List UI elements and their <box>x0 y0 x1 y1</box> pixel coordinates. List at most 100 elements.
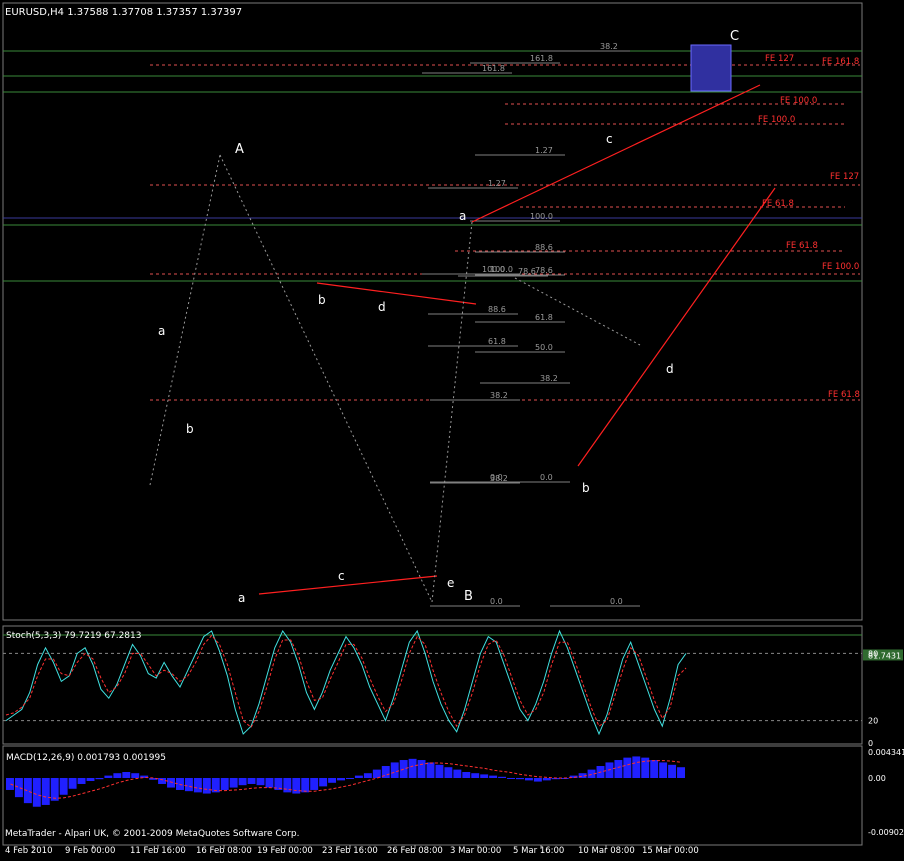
macd-histogram-bar <box>247 777 256 784</box>
macd-histogram-bar <box>113 773 122 778</box>
macd-histogram-bar <box>310 777 319 790</box>
fib-level-label: 88.6 <box>535 243 553 252</box>
macd-histogram-bar <box>256 777 265 786</box>
macd-histogram-bar <box>498 776 507 778</box>
macd-histogram-bar <box>68 777 77 789</box>
wave-label: a <box>158 324 165 338</box>
macd-histogram-bar <box>122 772 131 778</box>
macd-histogram-bar <box>650 760 659 778</box>
x-tick-label: 15 Mar 00:00 <box>642 846 699 856</box>
macd-histogram-bar <box>167 777 175 788</box>
stoch-y-label: 80 <box>868 649 878 658</box>
fib-level-label: 1.27 <box>488 179 506 188</box>
macd-histogram-bar <box>50 777 59 801</box>
macd-histogram-bar <box>623 757 632 778</box>
macd-histogram-bar <box>220 777 229 790</box>
fib-level-label: 161.8 <box>482 64 505 73</box>
background <box>0 0 904 861</box>
macd-histogram-bar <box>516 777 524 780</box>
macd-histogram-bar <box>632 756 641 778</box>
wave-label: d <box>378 300 386 314</box>
macd-title: MACD(12,26,9) 0.001793 0.001995 <box>6 753 166 763</box>
macd-histogram-bar <box>408 758 417 778</box>
x-tick-label: 16 Feb 08:00 <box>196 846 252 856</box>
macd-histogram-bar <box>6 777 14 790</box>
macd-histogram-bar <box>184 777 193 792</box>
fib-level-label: 0.0 <box>540 473 553 482</box>
macd-histogram-bar <box>426 762 435 778</box>
wave-label: C <box>730 29 739 44</box>
fe-level-label: FE 61.8 <box>828 390 860 400</box>
macd-histogram-bar <box>319 777 328 787</box>
macd-histogram-bar <box>489 775 498 778</box>
stoch-title: Stoch(5,3,3) 79.7219 67.2813 <box>6 631 141 641</box>
x-tick-label: 11 Feb 16:00 <box>130 846 186 856</box>
x-tick-label: 10 Mar 08:00 <box>578 846 635 856</box>
macd-histogram-bar <box>95 777 104 780</box>
price-chart-svg[interactable]: FE 127 FE 161.8 FE 100.0 FE 100.0 FE 127 FE 6… <box>0 0 904 861</box>
macd-histogram-bar <box>131 773 140 778</box>
fib-level-label: 0.0 <box>490 597 503 606</box>
x-tick-label: 23 Feb 16:00 <box>322 846 378 856</box>
fib-level-label: 0.0 <box>610 597 623 606</box>
macd-histogram-bar <box>328 777 337 783</box>
chart-title: EURUSD,H4 1.37588 1.37708 1.37357 1.3739… <box>5 7 242 18</box>
macd-histogram-bar <box>229 777 238 788</box>
macd-histogram-bar <box>265 777 274 788</box>
macd-histogram-bar <box>337 777 345 781</box>
wave-label: A <box>235 142 244 157</box>
macd-histogram-bar <box>614 760 623 778</box>
fib-level-label: 100.0 <box>490 265 513 274</box>
copyright-footer: MetaTrader - Alpari UK, © 2001-2009 Meta… <box>5 829 299 839</box>
chart-window[interactable]: FE 127 FE 161.8 FE 100.0 FE 100.0 FE 127 FE 6… <box>0 0 904 861</box>
fe-level-label: FE 61.8 <box>786 241 818 251</box>
macd-histogram-bar <box>158 777 167 784</box>
stoch-y-label: 0 <box>868 739 873 748</box>
fib-level-label: 38.2 <box>540 374 558 383</box>
x-tick-label: 3 Mar 00:00 <box>450 846 501 856</box>
macd-histogram-bar <box>301 777 310 793</box>
macd-histogram-bar <box>677 767 685 778</box>
macd-histogram-bar <box>77 777 86 784</box>
wave-label: b <box>186 422 194 436</box>
wave-label: d <box>666 362 674 376</box>
macd-histogram-bar <box>104 775 113 778</box>
x-tick-label: 4 Feb 2010 <box>5 846 53 856</box>
macd-histogram-bar <box>462 772 471 778</box>
wave-label: a <box>238 591 245 605</box>
fib-level-label: 38.2 <box>490 474 508 483</box>
fib-level-label: 1.27 <box>535 146 553 155</box>
fib-level-label: 38.2 <box>490 391 508 400</box>
macd-histogram-bar <box>435 764 444 778</box>
macd-histogram-bar <box>354 775 363 778</box>
wave-label: b <box>318 293 326 307</box>
macd-y-label: 0.004341 <box>868 748 904 757</box>
macd-histogram-bar <box>346 777 354 779</box>
wave-label: B <box>464 589 473 604</box>
fib-level-label: 61.8 <box>535 313 553 322</box>
macd-histogram-bar <box>363 773 372 778</box>
fe-level-label: FE 127 <box>830 172 859 182</box>
macd-histogram-bar <box>86 777 95 781</box>
stoch-y-label: 20 <box>868 717 878 726</box>
macd-histogram-bar <box>453 769 462 778</box>
macd-y-label: -0.00902 <box>868 828 904 837</box>
fe-level-label: FE 161.8 <box>822 57 859 67</box>
macd-histogram-bar <box>32 777 41 807</box>
macd-histogram-bar <box>524 777 533 781</box>
macd-histogram-bar <box>444 767 453 778</box>
macd-histogram-bar <box>14 777 23 798</box>
wave-label: e <box>447 576 454 590</box>
fe-level-label: FE 100.0 <box>822 262 859 272</box>
wave-label: c <box>338 569 345 583</box>
target-zone-box <box>690 44 732 92</box>
fib-level-label: 78.6 <box>518 267 536 276</box>
fe-level-label: FE 100.0 <box>780 96 817 106</box>
fib-level-label: 50.0 <box>535 343 553 352</box>
macd-histogram-bar <box>193 777 202 793</box>
macd-histogram-bar <box>202 777 211 794</box>
macd-histogram-bar <box>480 774 489 778</box>
macd-histogram-bar <box>41 777 50 805</box>
wave-label: b <box>582 481 590 495</box>
x-tick-label: 19 Feb 00:00 <box>257 846 313 856</box>
